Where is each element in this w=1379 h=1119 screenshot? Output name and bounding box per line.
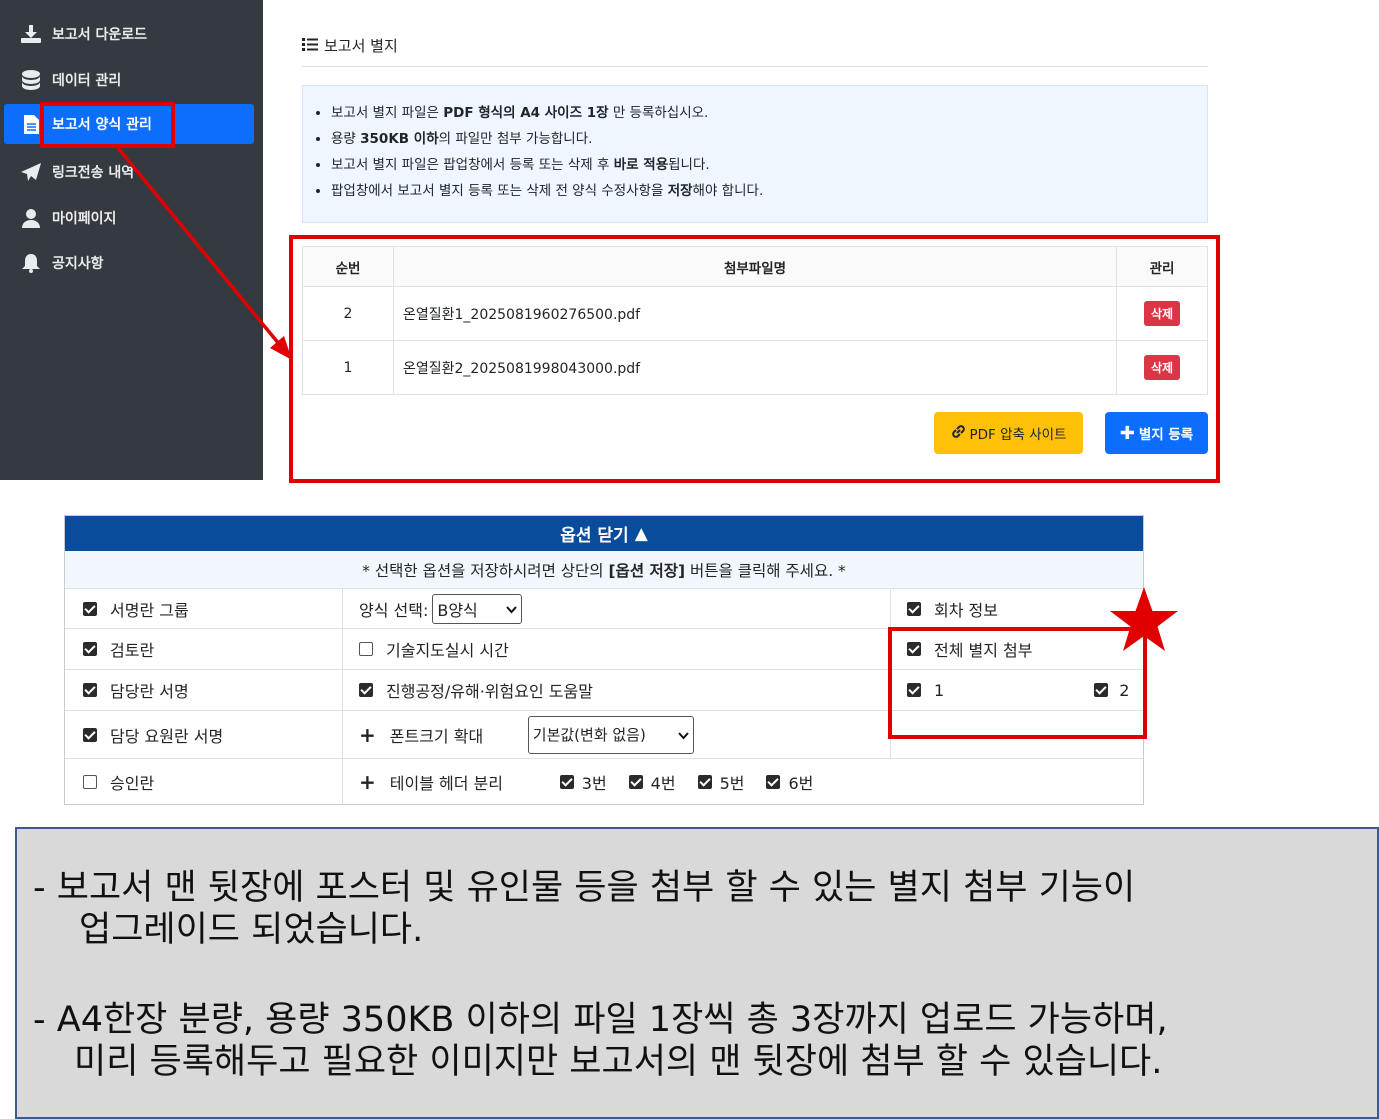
chevron-down-icon (506, 599, 518, 618)
checkbox-unchecked[interactable] (83, 774, 97, 789)
note-bullet-1-line-2: 업그레이드 되었습니다. (79, 910, 424, 950)
note-bullet-2-line-1: - A4한장 분량, 용량 350KB 이하의 파일 1장씩 총 3장까지 업로… (33, 1000, 1168, 1040)
option-label: 담당 요원란 서명 (110, 726, 224, 746)
options-row: 서명란 그룹 양식 선택: B양식 회차 정보 (65, 589, 1143, 629)
checkbox-checked[interactable] (83, 642, 97, 656)
table-header-split-label: 테이블 헤더 분리 (389, 773, 503, 793)
hint-suffix: 버튼을 클릭해 주세요. * (685, 561, 846, 580)
table-header-option-label: 3번 (581, 773, 607, 793)
font-enlarge-select[interactable]: 기본값(변화 없음) (527, 715, 694, 754)
options-toggle-button[interactable]: 옵션 닫기 ▲ (65, 516, 1143, 551)
option-approval[interactable]: 승인란 (65, 759, 343, 804)
font-enlarge-value: 기본값(변화 없음) (532, 726, 646, 744)
empty-cell (891, 759, 1143, 804)
form-select-label: 양식 선택: (359, 600, 429, 620)
option-label: 회차 정보 (934, 600, 998, 620)
table-header-option-label: 5번 (719, 773, 745, 793)
option-label: 서명란 그룹 (110, 600, 189, 620)
option-label: 진행공정/유해·위험요인 도움말 (386, 682, 593, 701)
chevron-down-icon (678, 725, 689, 744)
option-staff-signature[interactable]: 담당란 서명 (65, 670, 343, 710)
checkbox-checked[interactable] (559, 774, 574, 789)
checkbox-checked[interactable] (907, 601, 921, 616)
plus-icon: + (359, 769, 376, 794)
triangle-up-icon: ▲ (634, 523, 648, 544)
note-bullet-1-line-1: - 보고서 맨 뒷장에 포스터 및 유인물 등을 첨부 할 수 있는 별지 첨부… (33, 868, 1136, 908)
option-label: 담당란 서명 (110, 682, 189, 701)
option-session-info[interactable]: 회차 정보 (891, 589, 1143, 628)
checkbox-checked[interactable] (83, 601, 97, 616)
option-review[interactable]: 검토란 (65, 629, 343, 669)
checkbox-checked[interactable] (628, 774, 643, 789)
hint-prefix: * 선택한 옵션을 저장하시려면 상단의 (362, 561, 609, 580)
checkbox-checked[interactable] (766, 774, 781, 789)
form-select-cell: 양식 선택: B양식 (343, 589, 891, 628)
checkbox-checked[interactable] (83, 727, 97, 742)
checkbox-checked[interactable] (83, 683, 97, 697)
checkbox-checked[interactable] (359, 683, 373, 697)
option-label: 승인란 (110, 773, 155, 793)
form-select[interactable]: B양식 (432, 593, 523, 624)
note-bullet-2-line-2: 미리 등록해두고 필요한 이미지만 보고서의 맨 뒷장에 첨부 할 수 있습니다… (74, 1042, 1163, 1082)
option-staff-member-signature[interactable]: 담당 요원란 서명 (65, 711, 343, 758)
table-header-option-label: 4번 (650, 773, 676, 793)
options-toggle-label: 옵션 닫기 (560, 526, 629, 546)
option-process-help[interactable]: 진행공정/유해·위험요인 도움말 (343, 670, 891, 710)
options-row: 승인란 + 테이블 헤더 분리 3번 4번 5번 6번 (65, 759, 1143, 804)
star-icon (1110, 587, 1178, 651)
form-select-value: B양식 (437, 600, 478, 620)
option-signature-group[interactable]: 서명란 그룹 (65, 589, 343, 628)
table-header-split-cell: + 테이블 헤더 분리 3번 4번 5번 6번 (343, 759, 891, 804)
checkbox-checked[interactable] (697, 774, 712, 789)
note-box: - 보고서 맨 뒷장에 포스터 및 유인물 등을 첨부 할 수 있는 별지 첨부… (15, 827, 1379, 1119)
hint-bold: [옵션 저장] (608, 561, 686, 580)
font-enlarge-label: 폰트크기 확대 (389, 726, 484, 746)
option-tech-guidance-time[interactable]: 기술지도실시 시간 (343, 629, 891, 669)
font-enlarge-cell: + 폰트크기 확대 기본값(변화 없음) (343, 711, 891, 758)
annotation-arrow (116, 146, 292, 360)
option-label: 검토란 (110, 641, 155, 660)
options-hint: * 선택한 옵션을 저장하시려면 상단의 [옵션 저장] 버튼을 클릭해 주세요… (65, 551, 1143, 589)
plus-icon: + (359, 722, 376, 747)
checkbox-unchecked[interactable] (359, 642, 373, 656)
option-label: 기술지도실시 시간 (386, 641, 509, 660)
table-header-option-label: 6번 (788, 773, 814, 793)
